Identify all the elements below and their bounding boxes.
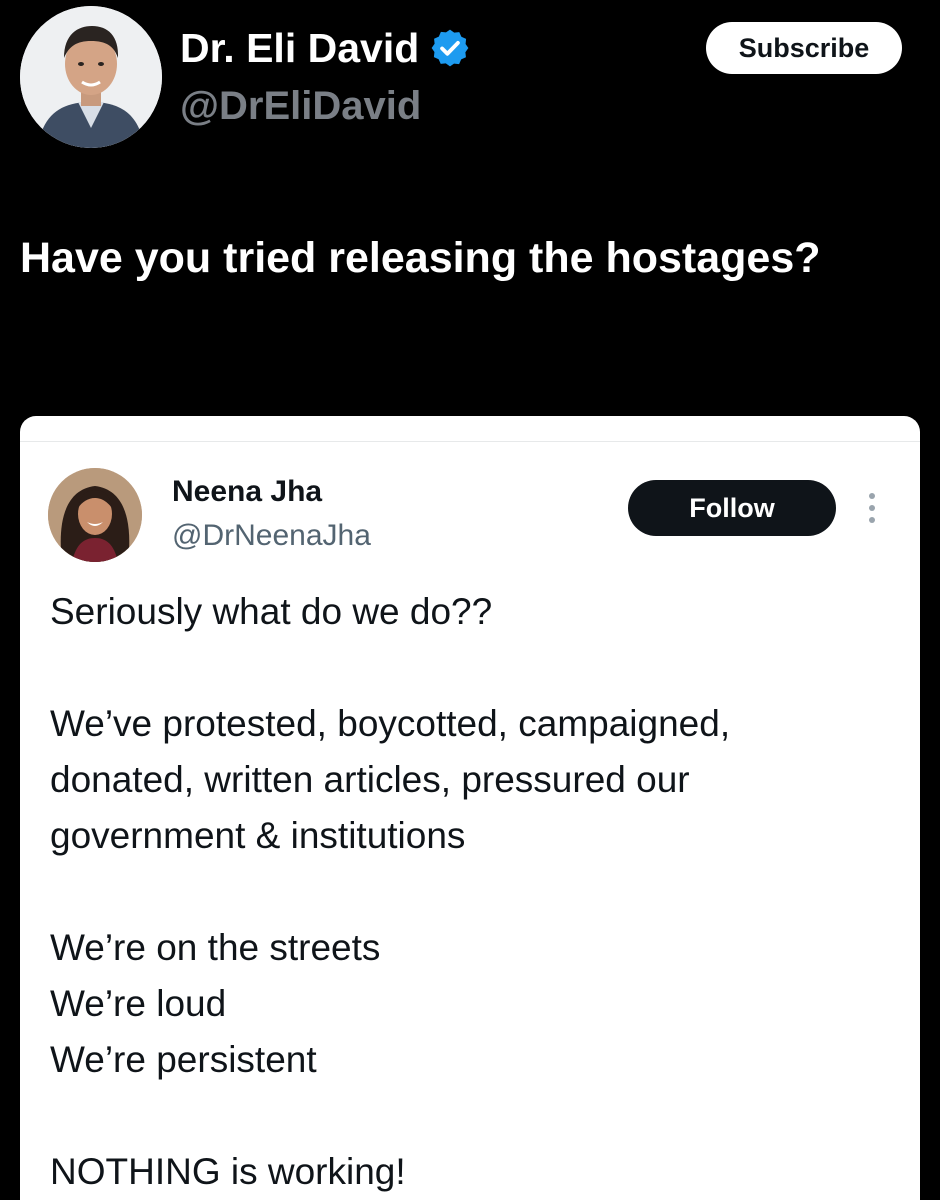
quoted-tweet-line: [50, 1088, 900, 1144]
quoted-tweet-line: We’re on the streets: [50, 927, 381, 968]
card-divider: [20, 441, 920, 442]
author-name-row[interactable]: Dr. Eli David: [180, 24, 471, 72]
quoted-tweet-line: Seriously what do we do??: [50, 591, 493, 632]
author-name[interactable]: Dr. Eli David: [180, 24, 419, 72]
more-options-icon[interactable]: [862, 490, 882, 526]
quoted-tweet-line: government & institutions: [50, 815, 466, 856]
follow-button[interactable]: Follow: [628, 480, 836, 536]
quoted-tweet-line: [50, 864, 900, 920]
quoted-author-handle[interactable]: @DrNeenaJha: [172, 518, 371, 554]
quoted-tweet-line: We’re loud: [50, 983, 227, 1024]
profile-photo-woman-icon: [48, 468, 142, 562]
quoted-tweet-card[interactable]: Neena Jha @DrNeenaJha Follow Seriously w…: [20, 416, 920, 1200]
quoted-tweet-line: donated, written articles, pressured our: [50, 759, 690, 800]
quoted-tweet-line: We’re persistent: [50, 1039, 317, 1080]
quoted-author-name[interactable]: Neena Jha: [172, 474, 322, 510]
quoted-tweet-text: Seriously what do we do?? We’ve proteste…: [50, 584, 900, 1200]
quoted-tweet-line: We’ve protested, boycotted, campaigned,: [50, 703, 731, 744]
quoted-tweet-line: [50, 640, 900, 696]
subscribe-button[interactable]: Subscribe: [706, 22, 902, 74]
author-avatar[interactable]: [20, 6, 162, 148]
profile-photo-man-icon: [20, 6, 162, 148]
author-handle[interactable]: @DrEliDavid: [180, 82, 421, 130]
quoted-tweet-line: NOTHING is working!: [50, 1151, 406, 1192]
quoted-author-avatar[interactable]: [48, 468, 142, 562]
tweet-text: Have you tried releasing the hostages?: [20, 234, 821, 282]
verified-badge-icon[interactable]: [429, 27, 471, 69]
